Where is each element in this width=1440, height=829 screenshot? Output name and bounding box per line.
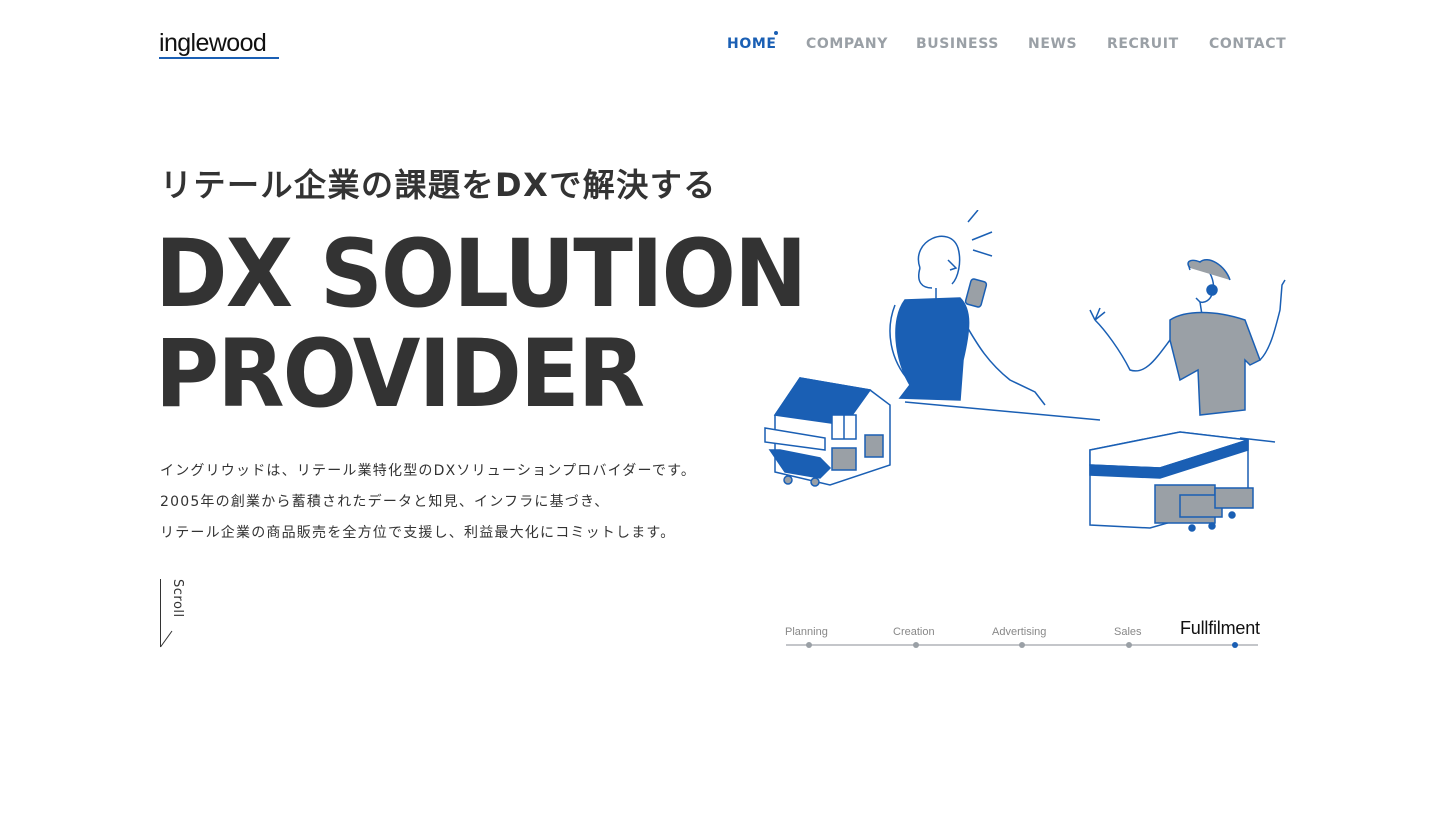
step-sales[interactable]: Sales <box>1114 626 1142 638</box>
hero-description: イングリウッドは、リテール業特化型のDXソリューションプロバイダーです。 200… <box>160 456 696 549</box>
scroll-label: Scroll <box>170 579 185 618</box>
step-creation[interactable]: Creation <box>893 626 935 638</box>
step-planning[interactable]: Planning <box>785 626 828 638</box>
logo-text: inglewood <box>159 29 267 57</box>
nav-news[interactable]: NEWS <box>1028 36 1077 52</box>
hero-description-line1: イングリウッドは、リテール業特化型のDXソリューションプロバイダーです。 <box>160 463 697 479</box>
nav-business[interactable]: BUSINESS <box>916 36 999 52</box>
hero-tagline: リテール企業の課題をDXで解決する <box>160 166 717 204</box>
hero-description-line2: 2005年の創業から蓄積されたデータと知見、インフラに基づき、 <box>160 494 610 510</box>
nav-home[interactable]: HOME <box>727 36 777 52</box>
nav-company[interactable]: COMPANY <box>806 36 888 52</box>
logo-underline <box>159 57 279 59</box>
logo[interactable]: inglewood <box>159 29 279 59</box>
hero-illustration <box>764 210 1286 532</box>
house-icon <box>764 377 891 487</box>
scroll-indicator[interactable]: Scroll <box>160 579 190 649</box>
counter-line <box>904 401 1101 421</box>
nav-contact[interactable]: CONTACT <box>1209 36 1286 52</box>
warehouse-icon <box>1089 431 1254 532</box>
hero-description-line3: リテール企業の商品販売を全方位で支援し、利益最大化にコミットします。 <box>160 525 676 541</box>
man-figure-icon <box>1089 259 1286 416</box>
nav-active-dot <box>774 31 778 35</box>
hero-title-line2: PROVIDER <box>155 320 645 429</box>
woman-figure-icon <box>889 210 1046 406</box>
hero-title-line1: DX SOLUTION <box>155 220 807 329</box>
step-advertising[interactable]: Advertising <box>992 626 1046 638</box>
hero-title: DX SOLUTION PROVIDER <box>155 220 807 429</box>
process-steps: Planning Creation Advertising Sales Full… <box>780 618 1280 658</box>
nav-recruit[interactable]: RECRUIT <box>1107 36 1179 52</box>
step-fullfilment[interactable]: Fullfilment <box>1180 618 1260 639</box>
